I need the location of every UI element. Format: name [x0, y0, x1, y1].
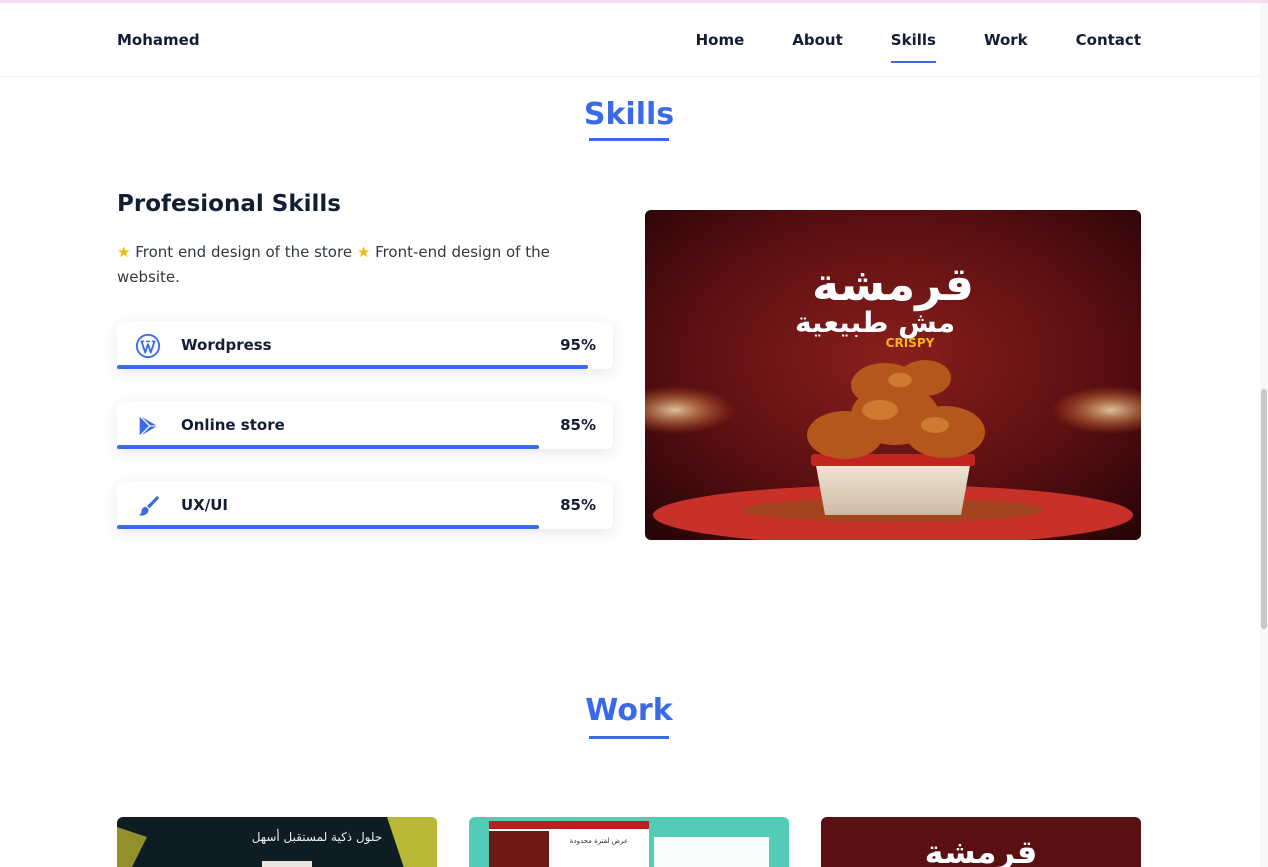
brand-logo[interactable]: Mohamed — [117, 31, 200, 49]
skills-description: ★ Front end design of the store ★ Front-… — [117, 240, 607, 290]
skill-card-online-store: Online store 85% — [117, 401, 613, 449]
skill-card-ux-ui: UX/UI 85% — [117, 481, 613, 529]
skill-percent: 95% — [560, 336, 596, 354]
nav-home[interactable]: Home — [696, 31, 745, 63]
skill-card-wordpress: Wordpress 95% — [117, 321, 613, 369]
skill-name: Online store — [181, 416, 285, 434]
poster-crispy-tag: CRISPY — [886, 336, 935, 350]
skill-progress-bar — [117, 525, 539, 529]
professional-skills-heading: Profesional Skills — [117, 191, 341, 217]
page-scrollbar[interactable] — [1260, 3, 1268, 867]
skills-title-text: Skills — [583, 97, 675, 132]
work-title-underline — [589, 736, 669, 739]
scrollbar-thumb[interactable] — [1261, 389, 1267, 629]
skill-name: Wordpress — [181, 336, 272, 354]
work-thumbnail-3: قرمشة — [821, 817, 1141, 867]
work-title-text: Work — [585, 693, 673, 728]
work-section-title: Work — [0, 693, 1258, 739]
nav-skills[interactable]: Skills — [890, 31, 937, 63]
food-poster-image: قرمشة مش طبيعية CRISPY — [645, 210, 1141, 540]
poster-arabic-title-2: مش طبيعية — [795, 306, 955, 339]
skill-percent: 85% — [560, 496, 596, 514]
skills-title-underline — [589, 138, 669, 141]
wordpress-icon — [135, 333, 161, 359]
nav-about[interactable]: About — [792, 31, 843, 63]
skills-section-title: Skills — [0, 97, 1258, 141]
site-header: Mohamed Home About Skills Work Contact — [0, 3, 1260, 77]
work-card-3[interactable]: قرمشة — [821, 817, 1141, 867]
star-icon: ★ — [117, 243, 131, 261]
crispy-chicken-illustration: قرمشة مش طبيعية CRISPY — [645, 210, 1141, 540]
main-nav: Home About Skills Work Contact — [696, 31, 1141, 63]
skills-description-part1: Front end design of the store — [135, 243, 353, 261]
play-store-icon — [139, 415, 158, 437]
poster-arabic-title-1: قرمشة — [812, 257, 974, 311]
nav-contact[interactable]: Contact — [1076, 31, 1141, 63]
paintbrush-icon — [138, 495, 160, 516]
skill-progress-bar — [117, 445, 539, 449]
work-thumbnail-2: عرض لفترة محدودة — [469, 817, 789, 867]
work-thumbnail-1: حلول ذكية لمستقبل أسهل — [117, 817, 437, 867]
star-icon: ★ — [356, 243, 371, 261]
work-card-1[interactable]: حلول ذكية لمستقبل أسهل — [117, 817, 437, 867]
nav-work[interactable]: Work — [984, 31, 1028, 63]
work-card-2-caption: عرض لفترة محدودة — [570, 837, 628, 845]
skill-percent: 85% — [560, 416, 596, 434]
work-card-2[interactable]: عرض لفترة محدودة — [469, 817, 789, 867]
work-card-1-caption: حلول ذكية لمستقبل أسهل — [252, 829, 383, 845]
skill-name: UX/UI — [181, 496, 228, 514]
work-card-3-caption: قرمشة — [925, 833, 1038, 867]
skill-progress-bar — [117, 365, 589, 369]
